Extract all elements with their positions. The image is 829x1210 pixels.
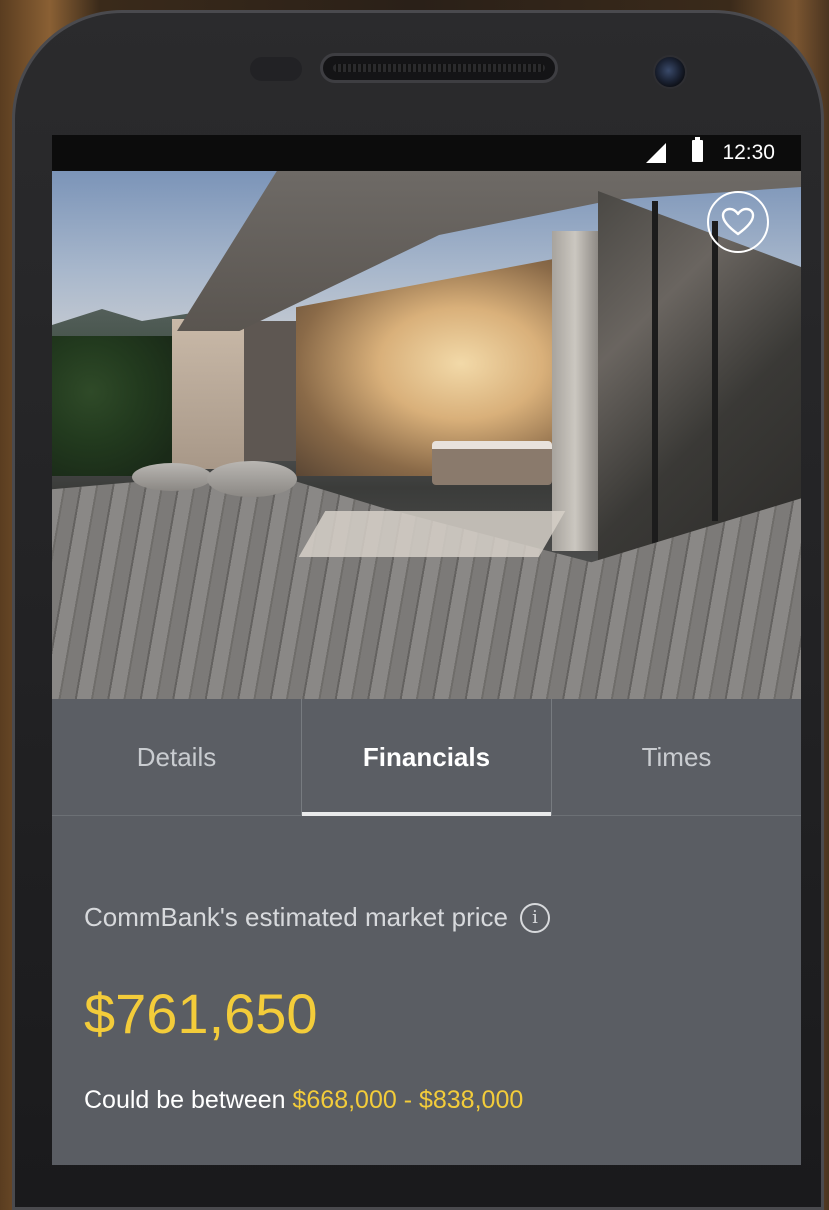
battery-icon bbox=[692, 137, 703, 162]
estimate-heading: CommBank's estimated market price i bbox=[84, 902, 550, 933]
tab-bar: Details Financials Times bbox=[52, 699, 801, 816]
status-bar: 12:30 bbox=[52, 135, 801, 171]
photo-pouf bbox=[207, 461, 297, 497]
photo-glass-frame bbox=[652, 201, 658, 551]
photo-pillar bbox=[552, 231, 598, 551]
tab-times[interactable]: Times bbox=[552, 699, 801, 815]
favorite-button[interactable] bbox=[707, 191, 769, 253]
status-time: 12:30 bbox=[722, 141, 775, 164]
info-icon[interactable]: i bbox=[520, 902, 550, 933]
photo-wall-dark bbox=[244, 321, 296, 461]
signal-icon bbox=[646, 143, 666, 163]
app-screen: 12:30 Details Financials Times CommBank'… bbox=[52, 135, 801, 1165]
photo-trees bbox=[52, 336, 182, 476]
photo-wall bbox=[172, 319, 244, 469]
estimated-price: $761,650 bbox=[84, 982, 318, 1045]
estimate-label: CommBank's estimated market price bbox=[84, 902, 508, 932]
range-values: $668,000 - $838,000 bbox=[292, 1086, 524, 1114]
photo-bed bbox=[432, 441, 552, 485]
photo-rug bbox=[298, 511, 566, 557]
property-photo[interactable] bbox=[52, 171, 801, 699]
front-camera bbox=[653, 55, 687, 89]
tab-details[interactable]: Details bbox=[52, 699, 301, 815]
photo-glass-frame bbox=[712, 221, 718, 521]
financials-panel: CommBank's estimated market price i $761… bbox=[52, 816, 801, 1165]
heart-icon bbox=[721, 207, 755, 236]
proximity-sensor bbox=[250, 57, 302, 81]
photo-pouf bbox=[132, 463, 212, 491]
range-prefix: Could be between bbox=[84, 1086, 293, 1114]
earpiece-speaker bbox=[320, 53, 558, 83]
price-range: Could be between $668,000 - $838,000 bbox=[84, 1086, 523, 1115]
tab-financials[interactable]: Financials bbox=[301, 699, 552, 816]
